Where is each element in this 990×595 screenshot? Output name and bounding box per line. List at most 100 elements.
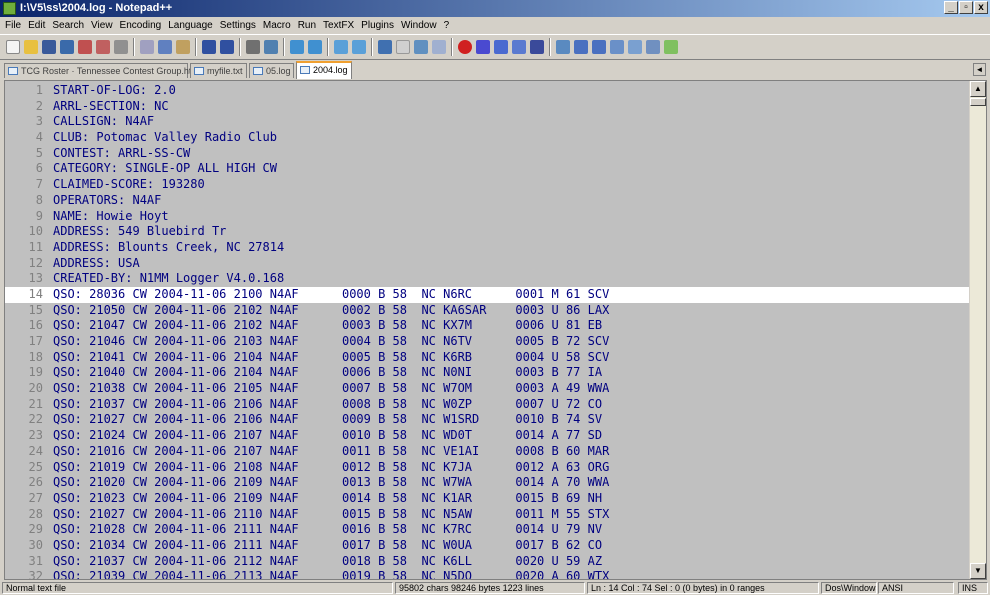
editor-line[interactable]: 8 OPERATORS: N4AF: [5, 193, 972, 209]
redo-icon[interactable]: [220, 40, 234, 54]
save-icon[interactable]: [42, 40, 56, 54]
triangle-down-icon[interactable]: [592, 40, 606, 54]
line-text[interactable]: NAME: Howie Hoyt: [53, 209, 169, 225]
line-text[interactable]: ADDRESS: Blounts Creek, NC 27814: [53, 240, 284, 256]
line-text[interactable]: QSO: 21039 CW 2004-11-06 2113 N4AF 0019 …: [53, 569, 609, 579]
menu-edit[interactable]: Edit: [26, 20, 50, 31]
editor-line[interactable]: 15 QSO: 21050 CW 2004-11-06 2102 N4AF 000…: [5, 303, 972, 319]
close-file-icon[interactable]: [78, 40, 92, 54]
word-wrap-icon[interactable]: [378, 40, 392, 54]
tab-scroll-left-icon[interactable]: ◄: [973, 63, 986, 76]
undo-icon[interactable]: [202, 40, 216, 54]
menu-encoding[interactable]: Encoding: [118, 20, 167, 31]
line-text[interactable]: OPERATORS: N4AF: [53, 193, 161, 209]
find-icon[interactable]: [246, 40, 260, 54]
line-text[interactable]: QSO: 21024 CW 2004-11-06 2107 N4AF 0010 …: [53, 428, 602, 444]
line-text[interactable]: QSO: 21028 CW 2004-11-06 2111 N4AF 0016 …: [53, 522, 602, 538]
editor-line[interactable]: 21 QSO: 21037 CW 2004-11-06 2106 N4AF 000…: [5, 397, 972, 413]
line-text[interactable]: ADDRESS: 549 Bluebird Tr: [53, 224, 226, 240]
tab-05-log[interactable]: 05.log: [249, 63, 294, 78]
notepadpp-app-icon[interactable]: [3, 2, 16, 15]
line-text[interactable]: QSO: 21047 CW 2004-11-06 2102 N4AF 0003 …: [53, 318, 602, 334]
menu-search[interactable]: Search: [50, 20, 89, 31]
editor-line[interactable]: 14 QSO: 28036 CW 2004-11-06 2100 N4AF 000…: [5, 286, 972, 303]
sort-icon[interactable]: [556, 40, 570, 54]
menu-run[interactable]: Run: [296, 20, 321, 31]
print-icon[interactable]: [114, 40, 128, 54]
editor-line[interactable]: 27 QSO: 21023 CW 2004-11-06 2109 N4AF 001…: [5, 491, 972, 507]
record-macro-icon[interactable]: [458, 40, 472, 54]
play-macro-icon[interactable]: [494, 40, 508, 54]
menu-view[interactable]: View: [89, 20, 118, 31]
text-editor[interactable]: 1 START-OF-LOG: 2.0 2 ARRL-SECTION: NC 3 CALL…: [4, 80, 987, 580]
line-text[interactable]: QSO: 21019 CW 2004-11-06 2108 N4AF 0012 …: [53, 460, 609, 476]
zoom-in-icon[interactable]: [290, 40, 304, 54]
editor-line[interactable]: 16 QSO: 21047 CW 2004-11-06 2102 N4AF 000…: [5, 318, 972, 334]
minimize-button[interactable]: _: [944, 1, 958, 14]
line-text[interactable]: QSO: 21027 CW 2004-11-06 2106 N4AF 0009 …: [53, 412, 602, 428]
scroll-up-icon[interactable]: ▲: [970, 81, 986, 97]
editor-line[interactable]: 31 QSO: 21037 CW 2004-11-06 2112 N4AF 001…: [5, 554, 972, 570]
editor-line[interactable]: 29 QSO: 21028 CW 2004-11-06 2111 N4AF 001…: [5, 522, 972, 538]
menu-macro[interactable]: Macro: [261, 20, 296, 31]
editor-line[interactable]: 2 ARRL-SECTION: NC: [5, 99, 972, 115]
line-text[interactable]: CLUB: Potomac Valley Radio Club: [53, 130, 277, 146]
menu-plugins[interactable]: Plugins: [359, 20, 399, 31]
open-file-icon[interactable]: [24, 40, 38, 54]
menu-textfx[interactable]: TextFX: [321, 20, 359, 31]
line-text[interactable]: START-OF-LOG: 2.0: [53, 83, 176, 99]
editor-line[interactable]: 26 QSO: 21020 CW 2004-11-06 2109 N4AF 001…: [5, 475, 972, 491]
tab-2004-log[interactable]: 2004.log: [296, 61, 352, 79]
document-map-icon[interactable]: [646, 40, 660, 54]
line-text[interactable]: QSO: 21020 CW 2004-11-06 2109 N4AF 0013 …: [53, 475, 609, 491]
sync-horizontal-icon[interactable]: [352, 40, 366, 54]
editor-line[interactable]: 24 QSO: 21016 CW 2004-11-06 2107 N4AF 001…: [5, 444, 972, 460]
menu-help[interactable]: ?: [442, 20, 455, 31]
line-text[interactable]: CATEGORY: SINGLE-OP ALL HIGH CW: [53, 161, 277, 177]
editor-line[interactable]: 7 CLAIMED-SCORE: 193280: [5, 177, 972, 193]
editor-line[interactable]: 20 QSO: 21038 CW 2004-11-06 2105 N4AF 000…: [5, 381, 972, 397]
line-text[interactable]: QSO: 21034 CW 2004-11-06 2111 N4AF 0017 …: [53, 538, 602, 554]
editor-line[interactable]: 32 QSO: 21039 CW 2004-11-06 2113 N4AF 001…: [5, 569, 972, 579]
tab-tcg-roster[interactable]: TCG Roster · Tennessee Contest Group.htm: [4, 63, 199, 78]
editor-line[interactable]: 10 ADDRESS: 549 Bluebird Tr: [5, 224, 972, 240]
save-macro-icon[interactable]: [530, 40, 544, 54]
show-all-chars-icon[interactable]: [396, 40, 410, 54]
line-text[interactable]: QSO: 28036 CW 2004-11-06 2100 N4AF 0000 …: [53, 287, 609, 303]
spell-check-icon[interactable]: [664, 40, 678, 54]
line-text[interactable]: QSO: 21050 CW 2004-11-06 2102 N4AF 0002 …: [53, 303, 609, 319]
close-button[interactable]: x: [974, 1, 988, 14]
menu-settings[interactable]: Settings: [218, 20, 261, 31]
editor-line[interactable]: 13 CREATED-BY: N1MM Logger V4.0.168: [5, 271, 972, 287]
menu-language[interactable]: Language: [166, 20, 218, 31]
line-text[interactable]: QSO: 21037 CW 2004-11-06 2106 N4AF 0008 …: [53, 397, 602, 413]
editor-line[interactable]: 18 QSO: 21041 CW 2004-11-06 2104 N4AF 000…: [5, 350, 972, 366]
udl-icon[interactable]: [432, 40, 446, 54]
editor-line[interactable]: 9 NAME: Howie Hoyt: [5, 209, 972, 225]
editor-line[interactable]: 4 CLUB: Potomac Valley Radio Club: [5, 130, 972, 146]
sync-vertical-icon[interactable]: [334, 40, 348, 54]
list-icon[interactable]: [610, 40, 624, 54]
editor-line[interactable]: 6 CATEGORY: SINGLE-OP ALL HIGH CW: [5, 161, 972, 177]
line-text[interactable]: QSO: 21023 CW 2004-11-06 2109 N4AF 0014 …: [53, 491, 602, 507]
line-text[interactable]: QSO: 21016 CW 2004-11-06 2107 N4AF 0011 …: [53, 444, 609, 460]
line-text[interactable]: QSO: 21040 CW 2004-11-06 2104 N4AF 0006 …: [53, 365, 602, 381]
copy-icon[interactable]: [158, 40, 172, 54]
indent-guide-icon[interactable]: [414, 40, 428, 54]
line-text[interactable]: CLAIMED-SCORE: 193280: [53, 177, 205, 193]
editor-line[interactable]: 1 START-OF-LOG: 2.0: [5, 83, 972, 99]
triangle-up-icon[interactable]: [574, 40, 588, 54]
editor-line[interactable]: 17 QSO: 21046 CW 2004-11-06 2103 N4AF 000…: [5, 334, 972, 350]
new-file-icon[interactable]: [6, 40, 20, 54]
line-text[interactable]: QSO: 21038 CW 2004-11-06 2105 N4AF 0007 …: [53, 381, 609, 397]
editor-line[interactable]: 3 CALLSIGN: N4AF: [5, 114, 972, 130]
line-text[interactable]: QSO: 21046 CW 2004-11-06 2103 N4AF 0004 …: [53, 334, 609, 350]
line-text[interactable]: ADDRESS: USA: [53, 256, 140, 272]
save-all-icon[interactable]: [60, 40, 74, 54]
panel-icon[interactable]: [628, 40, 642, 54]
editor-line[interactable]: 25 QSO: 21019 CW 2004-11-06 2108 N4AF 001…: [5, 460, 972, 476]
editor-line[interactable]: 19 QSO: 21040 CW 2004-11-06 2104 N4AF 000…: [5, 365, 972, 381]
editor-line[interactable]: 28 QSO: 21027 CW 2004-11-06 2110 N4AF 001…: [5, 507, 972, 523]
stop-macro-icon[interactable]: [476, 40, 490, 54]
menu-window[interactable]: Window: [399, 20, 442, 31]
